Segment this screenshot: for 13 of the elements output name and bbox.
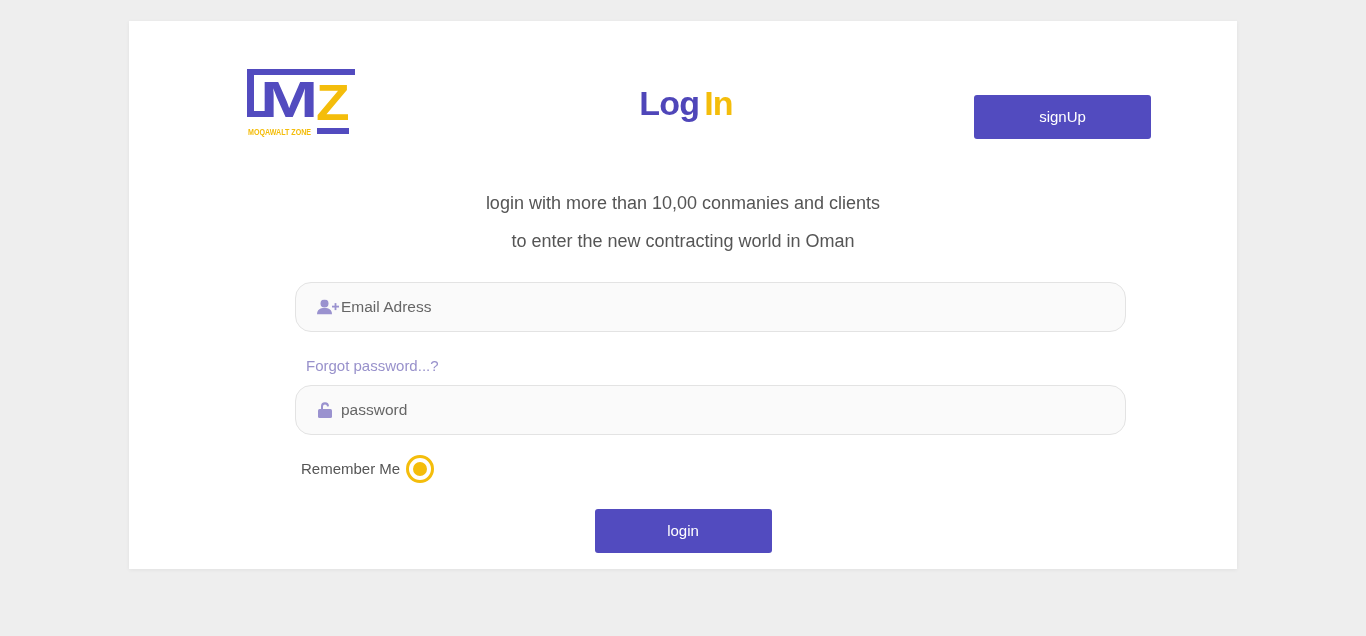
logo-letter: Z <box>316 74 350 131</box>
signup-button[interactable]: signUp <box>974 95 1151 139</box>
logo-tagline: MOQAWALT ZONE <box>248 125 312 137</box>
password-field[interactable]: password <box>295 385 1126 435</box>
remember-me-radio[interactable] <box>406 455 435 483</box>
intro-text: to enter the new contracting world in Oman <box>510 230 856 253</box>
intro-text: login with more than 10,00 conmanies and clients <box>484 192 882 215</box>
email-field[interactable]: Email Adress <box>295 282 1126 332</box>
login-button[interactable]: login <box>594 509 772 553</box>
unlocked-padlock-icon <box>318 402 332 418</box>
user-plus-icon <box>317 299 339 315</box>
page-title: Log In <box>639 85 733 123</box>
remember-me-label: Remember Me <box>301 458 401 479</box>
